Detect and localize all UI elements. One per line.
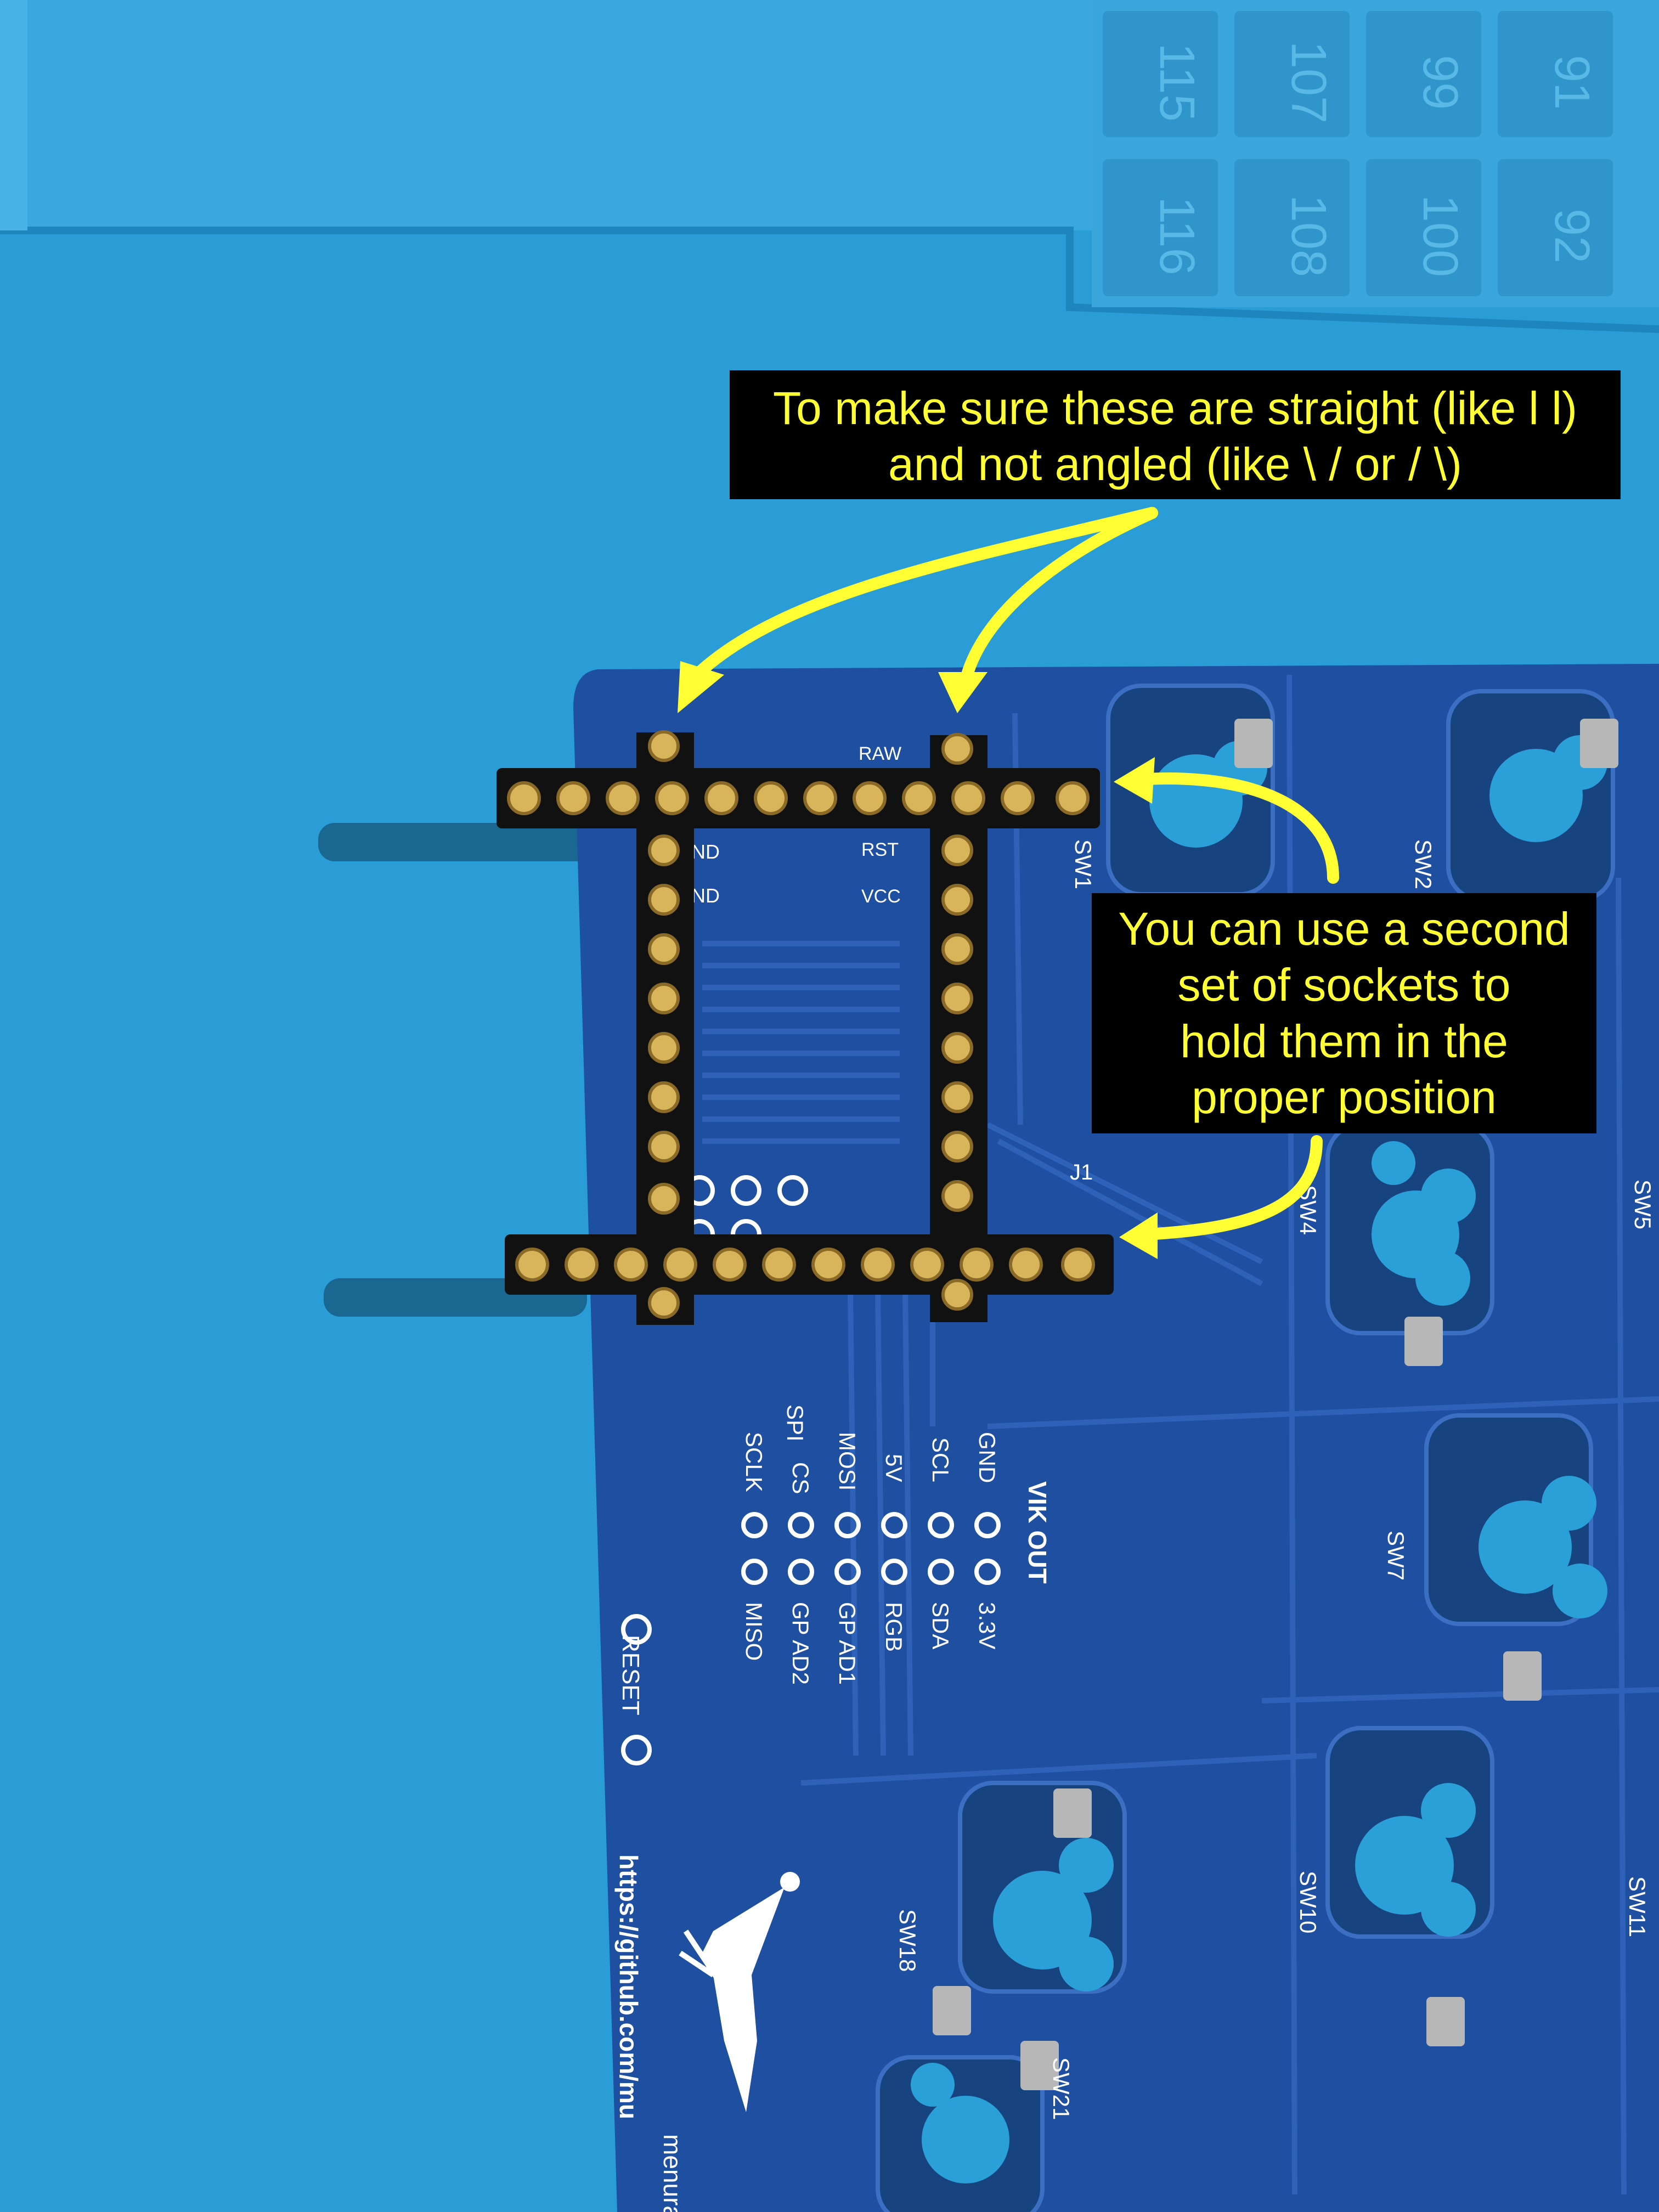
silk-label: RGB <box>881 1602 907 1652</box>
silk-label: VIK OUT <box>1023 1481 1052 1584</box>
silk-label: CS <box>788 1462 814 1494</box>
mat-number: 99 <box>1413 55 1468 110</box>
silk-label: SW1 <box>1070 839 1096 889</box>
silk-label: menura v1 <box>658 2134 687 2212</box>
silk-label: SW7 <box>1383 1531 1409 1581</box>
mat-number: 91 <box>1544 55 1599 110</box>
annotation-line: proper position <box>1192 1071 1497 1124</box>
mat-number: 92 <box>1544 208 1599 263</box>
annotation-line: hold them in the <box>1180 1015 1508 1067</box>
silk-label: 5V <box>881 1454 907 1482</box>
silk-label: SW5 <box>1630 1180 1656 1229</box>
silk-label: SW21 <box>1048 2057 1074 2120</box>
mat-number: 116 <box>1149 196 1204 275</box>
silk-label: SDA <box>928 1602 953 1649</box>
silk-label: SCLK <box>741 1432 767 1492</box>
annotation-line: You can use a second <box>1118 903 1570 955</box>
socket-shadow <box>318 823 592 861</box>
annotation-line: and not angled (like \ / or / \) <box>888 438 1462 490</box>
silk-label: ND <box>691 840 720 863</box>
silk-label: VCC <box>861 886 901 907</box>
mat-number: 100 <box>1413 195 1468 277</box>
silk-label: 3.3V <box>974 1602 1000 1649</box>
silk-label: GND <box>974 1432 1000 1483</box>
silk-label: SW18 <box>895 1909 921 1972</box>
annotation-callout-side: You can use a second set of sockets to h… <box>1092 893 1596 1133</box>
mat-left-ridge <box>0 0 27 230</box>
mat-number: 108 <box>1281 195 1336 277</box>
silk-label: SW2 <box>1410 839 1436 889</box>
silk-label: SW10 <box>1295 1871 1321 1933</box>
silk-label: MISO <box>741 1602 767 1661</box>
silk-label: SW11 <box>1624 1876 1650 1937</box>
silk-label: MOSI <box>834 1432 860 1491</box>
silk-label: GP AD2 <box>788 1602 814 1685</box>
silk-label: ND <box>691 884 720 907</box>
mat-grid: 115 107 99 91 116 108 100 92 <box>1092 0 1659 307</box>
mat-number: 115 <box>1149 43 1204 121</box>
annotation-line: set of sockets to <box>1177 959 1511 1011</box>
silk-label: SCL <box>928 1437 953 1482</box>
silk-label: https://github.com/mu <box>614 1854 643 2119</box>
silk-label: RAW <box>859 743 901 764</box>
annotation-callout-top: To make sure these are straight (like l … <box>730 370 1621 499</box>
silk-label: RESET <box>617 1635 644 1716</box>
mat-number: 107 <box>1281 41 1336 123</box>
annotation-line: To make sure these are straight (like l … <box>773 382 1577 434</box>
silk-label: J1 <box>1070 1160 1093 1184</box>
silk-label: GP AD1 <box>834 1602 860 1685</box>
silk-label: SPI <box>782 1404 808 1442</box>
silk-label: RST <box>861 839 899 860</box>
